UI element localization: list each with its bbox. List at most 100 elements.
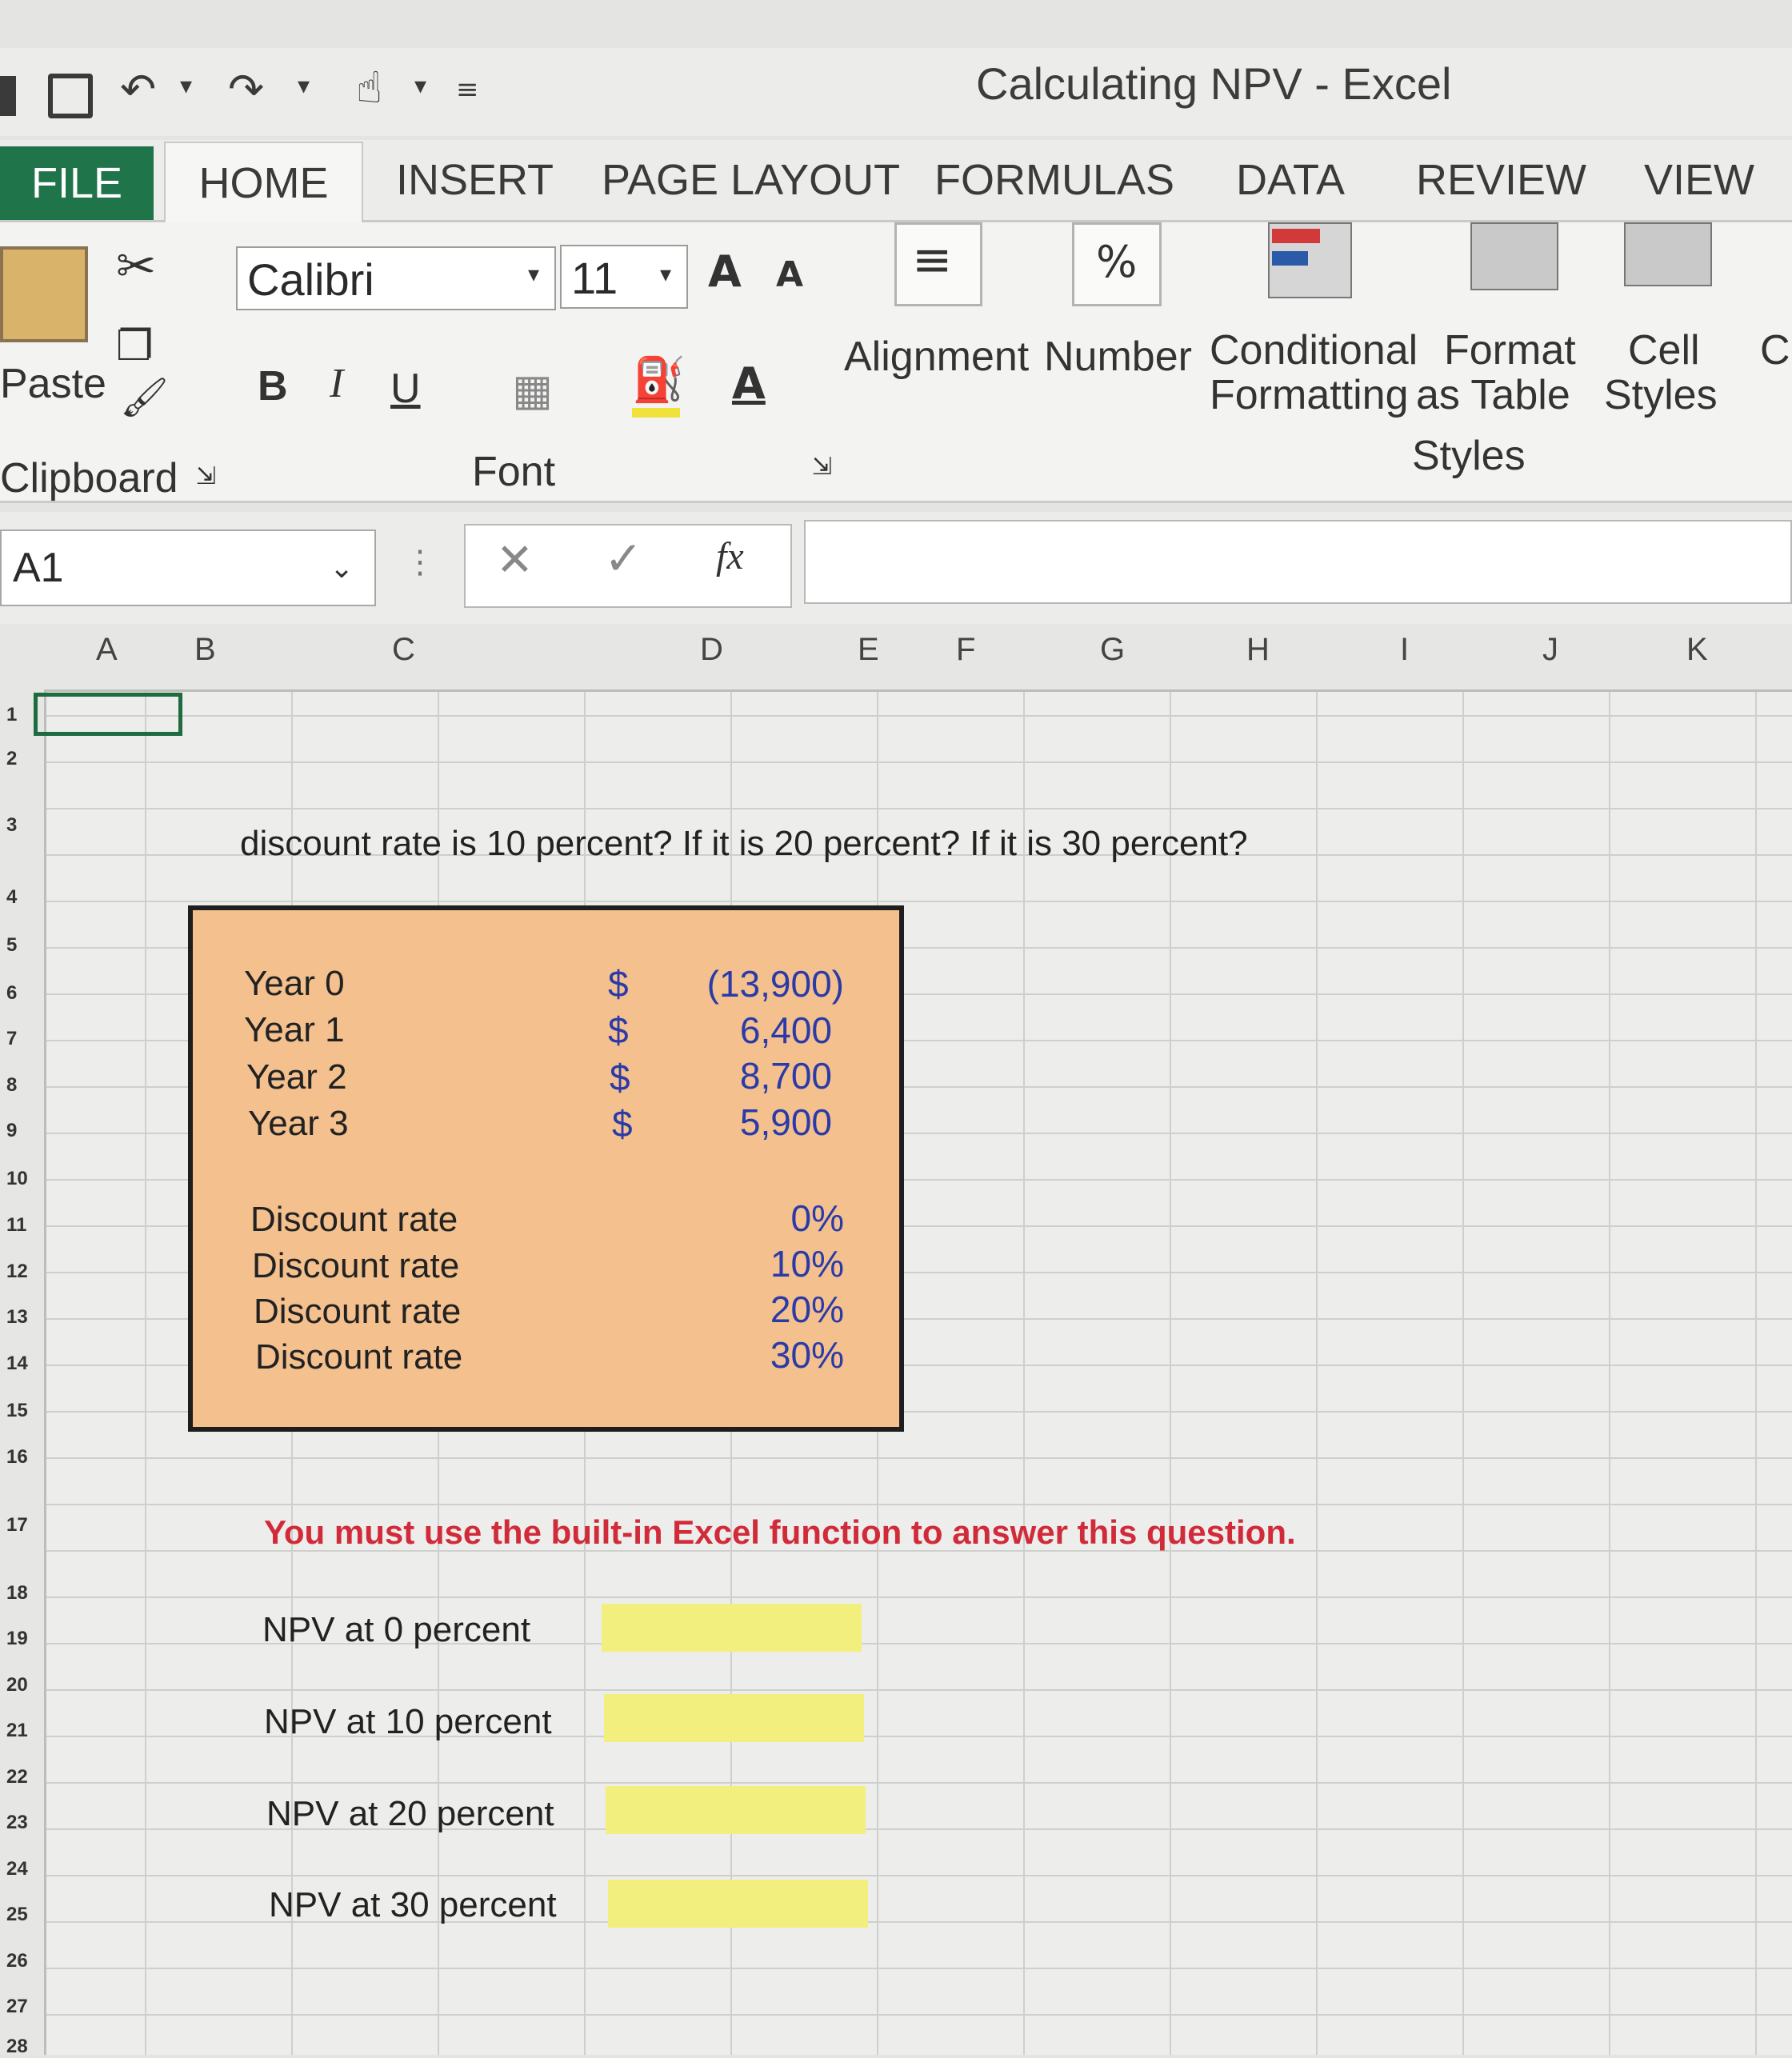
alignment-button[interactable]: Alignment (844, 333, 1029, 381)
format-as-table-label-2[interactable]: as Table (1416, 371, 1570, 419)
redo-icon[interactable]: ↷ (228, 64, 264, 114)
row-header-14[interactable]: 14 (6, 1353, 28, 1375)
row-header-25[interactable]: 25 (6, 1904, 28, 1926)
row-header-19[interactable]: 19 (6, 1628, 28, 1650)
undo-dropdown-icon[interactable]: ▾ (180, 72, 192, 100)
row-header-1[interactable]: 1 (6, 704, 17, 726)
row-header-27[interactable]: 27 (6, 1996, 28, 2018)
column-header-d[interactable]: D (700, 632, 723, 668)
row-header-6[interactable]: 6 (6, 982, 17, 1005)
bold-button[interactable]: B (258, 362, 288, 410)
tab-insert[interactable]: INSERT (396, 140, 554, 220)
npv-answer-cell[interactable] (604, 1694, 864, 1742)
cut-icon[interactable]: ✂ (116, 238, 156, 294)
borders-icon[interactable]: ▦ (512, 365, 553, 415)
row-header-26[interactable]: 26 (6, 1950, 28, 1972)
row-header-13[interactable]: 13 (6, 1306, 28, 1329)
number-button[interactable]: Number (1044, 333, 1192, 381)
cash-flow-currency: $ (608, 963, 629, 1005)
font-name-input[interactable]: Calibri (236, 246, 556, 310)
discount-rate-value: 10% (770, 1243, 844, 1285)
cash-flow-currency: $ (610, 1057, 630, 1098)
row-header-15[interactable]: 15 (6, 1400, 28, 1422)
redo-dropdown-icon[interactable]: ▾ (298, 72, 310, 100)
column-header-h[interactable]: H (1246, 632, 1270, 668)
name-box[interactable]: A1 (0, 529, 376, 606)
paste-button[interactable]: Paste (0, 360, 106, 408)
formula-input[interactable] (804, 520, 1792, 604)
column-header-k[interactable]: K (1686, 632, 1708, 668)
row-header-3[interactable]: 3 (6, 814, 17, 837)
tab-data[interactable]: DATA (1236, 140, 1345, 220)
tab-page-layout[interactable]: PAGE LAYOUT (602, 140, 900, 220)
row-header-24[interactable]: 24 (6, 1858, 28, 1880)
cells-group-partial[interactable]: C (1760, 326, 1790, 374)
row-header-16[interactable]: 16 (6, 1446, 28, 1469)
row-header-20[interactable]: 20 (6, 1674, 28, 1696)
tab-review[interactable]: REVIEW (1416, 140, 1586, 220)
column-header-c[interactable]: C (392, 632, 415, 668)
cell-styles-label-2[interactable]: Styles (1604, 371, 1718, 419)
row-header-8[interactable]: 8 (6, 1074, 17, 1097)
conditional-formatting-label-2[interactable]: Formatting (1210, 371, 1409, 419)
column-header-b[interactable]: B (194, 632, 216, 668)
row-header-9[interactable]: 9 (6, 1120, 17, 1142)
conditional-formatting-label[interactable]: Conditional (1210, 326, 1418, 374)
save-icon[interactable] (48, 74, 93, 118)
formula-bar-splitter[interactable]: ⋮ (404, 544, 436, 581)
font-color-icon[interactable]: A (732, 358, 766, 409)
touch-mode-icon[interactable]: ☝ (356, 62, 382, 113)
row-header-22[interactable]: 22 (6, 1766, 28, 1788)
format-as-table-icon[interactable] (1470, 222, 1558, 290)
copy-icon[interactable]: ❐ (116, 322, 154, 370)
column-header-a[interactable]: A (96, 632, 118, 668)
clipboard-launcher-icon[interactable]: ⇲ (196, 462, 216, 490)
italic-button[interactable]: I (330, 360, 343, 407)
tab-home[interactable]: HOME (164, 142, 363, 223)
selected-cell-a1[interactable] (34, 693, 182, 736)
customize-toolbar-icon[interactable]: ≡ (456, 74, 479, 106)
format-as-table-label[interactable]: Format (1444, 326, 1576, 374)
font-launcher-icon[interactable]: ⇲ (812, 453, 832, 481)
column-header-i[interactable]: I (1400, 632, 1409, 668)
undo-icon[interactable]: ↶ (120, 64, 156, 114)
font-size-dropdown-icon[interactable]: ▾ (660, 261, 671, 287)
npv-answer-cell[interactable] (602, 1604, 862, 1652)
row-header-21[interactable]: 21 (6, 1720, 28, 1742)
npv-answer-cell[interactable] (606, 1786, 866, 1834)
alignment-icon[interactable]: ≡ (912, 232, 952, 288)
row-header-10[interactable]: 10 (6, 1168, 28, 1190)
paste-icon[interactable] (0, 246, 88, 342)
decrease-font-icon[interactable]: A (776, 254, 803, 295)
row-header-12[interactable]: 12 (6, 1261, 28, 1283)
column-header-g[interactable]: G (1100, 632, 1125, 668)
cell-styles-icon[interactable] (1624, 222, 1712, 286)
row-header-4[interactable]: 4 (6, 886, 17, 909)
font-name-dropdown-icon[interactable]: ▾ (528, 261, 539, 287)
tab-formulas[interactable]: FORMULAS (934, 140, 1174, 220)
cell-styles-label[interactable]: Cell (1628, 326, 1700, 374)
row-header-7[interactable]: 7 (6, 1028, 17, 1050)
row-header-18[interactable]: 18 (6, 1582, 28, 1604)
confirm-entry-icon[interactable]: ✓ (604, 531, 643, 585)
tab-view[interactable]: VIEW (1644, 140, 1754, 220)
column-header-e[interactable]: E (858, 632, 879, 668)
percent-icon[interactable]: % (1096, 237, 1137, 287)
increase-font-icon[interactable]: A (708, 246, 742, 297)
row-header-5[interactable]: 5 (6, 934, 17, 957)
insert-function-icon[interactable]: fx (716, 534, 744, 578)
npv-answer-cell[interactable] (608, 1880, 868, 1928)
tab-file[interactable]: FILE (0, 146, 154, 220)
row-header-23[interactable]: 23 (6, 1812, 28, 1834)
row-header-11[interactable]: 11 (6, 1214, 26, 1237)
row-header-2[interactable]: 2 (6, 748, 17, 770)
cancel-entry-icon[interactable]: ✕ (496, 534, 534, 586)
column-header-j[interactable]: J (1542, 632, 1558, 668)
column-header-f[interactable]: F (956, 632, 975, 668)
touch-dropdown-icon[interactable]: ▾ (414, 72, 426, 100)
underline-button[interactable]: U (390, 365, 421, 413)
name-box-dropdown-icon[interactable]: ⌄ (330, 552, 354, 585)
fill-color-icon[interactable]: ⛽ (632, 354, 686, 406)
format-painter-icon[interactable]: 🖌 (120, 374, 169, 420)
row-header-17[interactable]: 17 (6, 1514, 28, 1537)
